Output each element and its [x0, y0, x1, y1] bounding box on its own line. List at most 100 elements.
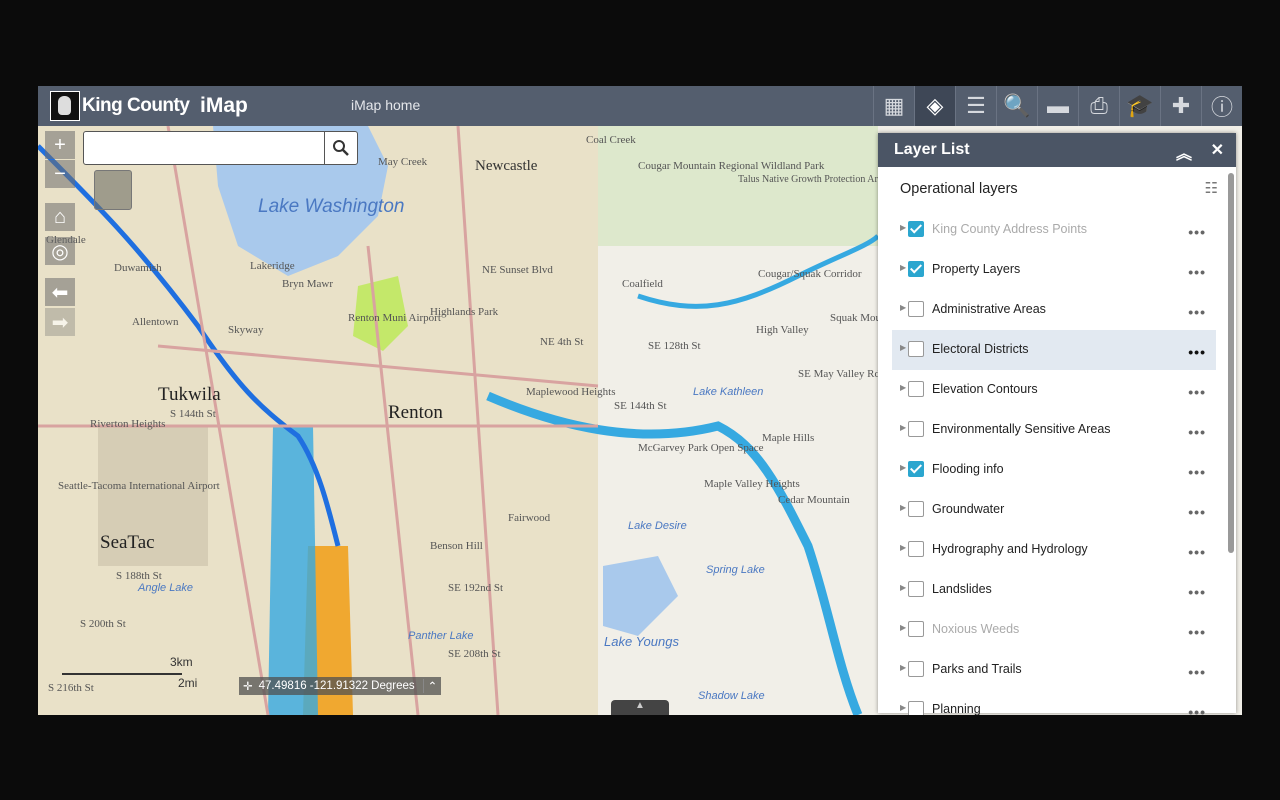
expand-arrow-icon[interactable]: ▶	[900, 263, 906, 272]
map-label: Duwamish	[114, 262, 162, 274]
layer-row[interactable]: ▶ King County Address Points •••	[892, 210, 1216, 250]
coordinate-readout[interactable]: ✛ 47.49816 -121.91322 Degrees ⌃	[239, 677, 442, 695]
map-label: Lake Washington	[258, 196, 405, 217]
more-options-icon[interactable]: •••	[1188, 224, 1206, 240]
locate-button[interactable]: ◎	[45, 237, 75, 265]
grid-icon: ▦	[883, 93, 905, 118]
layer-checkbox[interactable]	[908, 661, 924, 677]
app-header: King County iMap iMap home ▦ ◈ ☰ 🔍 ▬ ⎙ 🎓 ✚ ⓘ	[38, 86, 1242, 126]
map-label: Lakeridge	[250, 260, 295, 272]
chevron-up-icon[interactable]: ⌃	[422, 679, 437, 693]
layer-checkbox[interactable]	[908, 221, 924, 237]
close-icon[interactable]: ✕	[1211, 140, 1224, 160]
layer-row[interactable]: ▶ Environmentally Sensitive Areas •••	[892, 410, 1216, 450]
section-title: Operational layers	[900, 181, 1018, 197]
more-options-icon[interactable]: •••	[1188, 504, 1206, 520]
layer-row[interactable]: ▶ Planning •••	[892, 690, 1216, 715]
layer-label: Hydrography and Hydrology	[932, 542, 1088, 556]
grid-tool-button[interactable]: ▦	[873, 86, 914, 126]
layer-row[interactable]: ▶ Flooding info •••	[892, 450, 1216, 490]
arrow-left-icon: ⬅	[51, 281, 69, 304]
search-button[interactable]	[324, 132, 357, 164]
more-options-icon[interactable]: •••	[1188, 584, 1206, 600]
panel-scrollbar[interactable]	[1228, 173, 1234, 553]
search-tool-tool-button[interactable]: 🔍	[996, 86, 1037, 126]
layer-row[interactable]: ▶ Groundwater •••	[892, 490, 1216, 530]
collapse-icon[interactable]: ︽	[1176, 140, 1192, 164]
more-options-icon[interactable]: •••	[1188, 264, 1206, 280]
expand-arrow-icon[interactable]: ▶	[900, 343, 906, 352]
more-options-icon[interactable]: •••	[1188, 704, 1206, 715]
more-options-icon[interactable]: •••	[1188, 384, 1206, 400]
expand-arrow-icon[interactable]: ▶	[900, 663, 906, 672]
expand-arrow-icon[interactable]: ▶	[900, 503, 906, 512]
legend-tool-button[interactable]: ☰	[955, 86, 996, 126]
layer-checkbox[interactable]	[908, 701, 924, 715]
layer-label: Planning	[932, 702, 981, 715]
more-options-icon[interactable]: •••	[1188, 304, 1206, 320]
more-options-icon[interactable]: •••	[1188, 544, 1206, 560]
info-tool-button[interactable]: ⓘ	[1201, 86, 1242, 126]
map-label: Maple Valley Heights	[704, 478, 800, 490]
imap-home-link[interactable]: iMap home	[351, 97, 420, 113]
expand-arrow-icon[interactable]: ▶	[900, 383, 906, 392]
layer-checkbox[interactable]	[908, 341, 924, 357]
layer-row[interactable]: ▶ Parks and Trails •••	[892, 650, 1216, 690]
map-label: Coalfield	[622, 278, 663, 290]
basemap-toggle[interactable]	[94, 170, 132, 210]
bottom-panel-toggle[interactable]: ▲	[611, 700, 669, 715]
expand-arrow-icon[interactable]: ▶	[900, 583, 906, 592]
education-tool-button[interactable]: 🎓	[1119, 86, 1160, 126]
expand-arrow-icon[interactable]: ▶	[900, 303, 906, 312]
expand-arrow-icon[interactable]: ▶	[900, 703, 906, 712]
zoom-in-button[interactable]: +	[45, 131, 75, 159]
layers-tool-button[interactable]: ◈	[914, 86, 955, 126]
expand-arrow-icon[interactable]: ▶	[900, 223, 906, 232]
layer-row[interactable]: ▶ Landslides •••	[892, 570, 1216, 610]
expand-arrow-icon[interactable]: ▶	[900, 423, 906, 432]
more-options-icon[interactable]: •••	[1188, 664, 1206, 680]
more-options-icon[interactable]: •••	[1188, 344, 1206, 360]
layer-checkbox[interactable]	[908, 621, 924, 637]
print-tool-button[interactable]: ⎙	[1078, 86, 1119, 126]
scale-bar	[62, 673, 182, 676]
layer-checkbox[interactable]	[908, 261, 924, 277]
layer-row[interactable]: ▶ Hydrography and Hydrology •••	[892, 530, 1216, 570]
layer-row[interactable]: ▶ Noxious Weeds •••	[892, 610, 1216, 650]
layer-options-icon[interactable]: ☷	[1205, 179, 1218, 197]
expand-arrow-icon[interactable]: ▶	[900, 623, 906, 632]
layer-checkbox[interactable]	[908, 581, 924, 597]
scale-km: 3km	[170, 655, 193, 669]
next-extent-button[interactable]: ➡	[45, 308, 75, 336]
zoom-out-button[interactable]: −	[45, 160, 75, 188]
map-label: S 188th St	[116, 570, 162, 582]
layer-row[interactable]: ▶ Electoral Districts •••	[892, 330, 1216, 370]
layer-row[interactable]: ▶ Administrative Areas •••	[892, 290, 1216, 330]
education-icon: 🎓	[1126, 93, 1154, 118]
map-label: Lake Kathleen	[693, 386, 764, 398]
layer-checkbox[interactable]	[908, 501, 924, 517]
layer-row[interactable]: ▶ Elevation Contours •••	[892, 370, 1216, 410]
expand-arrow-icon[interactable]: ▶	[900, 463, 906, 472]
add-data-tool-button[interactable]: ✚	[1160, 86, 1201, 126]
layer-row[interactable]: ▶ Property Layers •••	[892, 250, 1216, 290]
map-label: Tukwila	[158, 384, 221, 405]
layer-checkbox[interactable]	[908, 541, 924, 557]
layer-label: King County Address Points	[932, 222, 1087, 236]
more-options-icon[interactable]: •••	[1188, 464, 1206, 480]
expand-arrow-icon[interactable]: ▶	[900, 543, 906, 552]
map-label: SE 128th St	[648, 340, 701, 352]
search-input[interactable]	[88, 133, 322, 163]
home-button[interactable]: ⌂	[45, 203, 75, 231]
previous-extent-button[interactable]: ⬅	[45, 278, 75, 306]
layer-checkbox[interactable]	[908, 381, 924, 397]
folder-more-tool-button[interactable]: ▬	[1037, 86, 1078, 126]
map-label: Riverton Heights	[90, 418, 166, 430]
more-options-icon[interactable]: •••	[1188, 424, 1206, 440]
layer-checkbox[interactable]	[908, 301, 924, 317]
layer-checkbox[interactable]	[908, 421, 924, 437]
map-label: Cougar Mountain Regional Wildland Park	[638, 160, 825, 172]
layer-checkbox[interactable]	[908, 461, 924, 477]
more-options-icon[interactable]: •••	[1188, 624, 1206, 640]
map-label: S 200th St	[80, 618, 126, 630]
